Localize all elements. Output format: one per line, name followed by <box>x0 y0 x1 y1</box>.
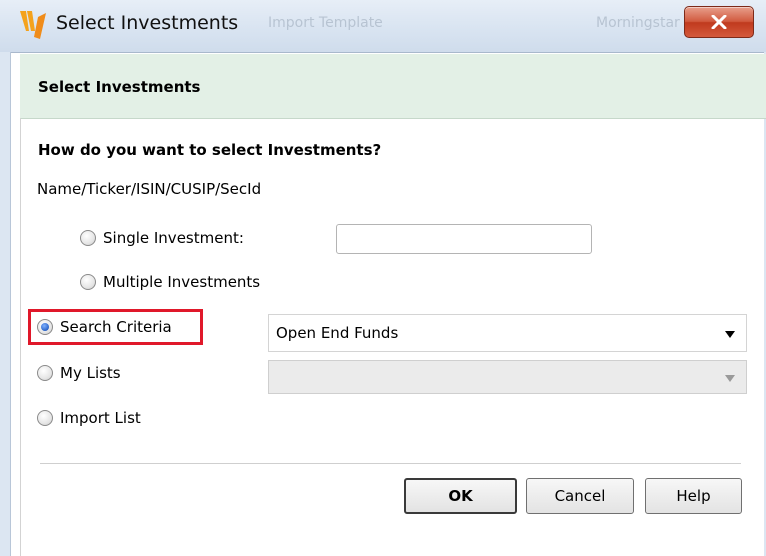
window-title: Select Investments <box>56 12 239 34</box>
identifier-hint: Name/Ticker/ISIN/CUSIP/SecId <box>37 180 262 198</box>
dialog-header: Select Investments <box>20 54 766 119</box>
morningstar-logo-icon <box>20 11 46 39</box>
radio-single-investment[interactable]: Single Investment: <box>80 229 244 247</box>
close-icon <box>711 15 727 29</box>
radio-search-criteria[interactable]: Search Criteria <box>37 318 172 336</box>
radio-my-lists[interactable]: My Lists <box>37 364 121 382</box>
help-button[interactable]: Help <box>645 478 742 514</box>
radio-label: Search Criteria <box>60 318 172 336</box>
my-lists-dropdown <box>268 360 747 394</box>
radio-button[interactable] <box>37 365 53 381</box>
radio-label: Multiple Investments <box>103 273 261 291</box>
chevron-down-icon <box>725 375 735 382</box>
close-button[interactable] <box>684 6 754 38</box>
cancel-button[interactable]: Cancel <box>526 478 634 514</box>
radio-button[interactable] <box>80 274 96 290</box>
radio-multiple-investments[interactable]: Multiple Investments <box>80 273 260 291</box>
radio-label: Import List <box>60 409 141 427</box>
single-investment-input[interactable] <box>336 224 592 254</box>
radio-button[interactable] <box>37 410 53 426</box>
dropdown-value: Open End Funds <box>276 324 399 342</box>
background-window-text: Import Template <box>268 15 383 31</box>
selection-question: How do you want to select Investments? <box>38 141 382 159</box>
window-frame-left <box>0 52 11 556</box>
search-criteria-dropdown[interactable]: Open End Funds <box>268 314 747 352</box>
content-left-border <box>20 118 21 556</box>
title-bar: Import Template Morningstar Select Inves… <box>0 0 766 53</box>
divider <box>40 463 741 464</box>
radio-button-selected[interactable] <box>37 319 53 335</box>
chevron-down-icon <box>725 331 735 338</box>
radio-import-list[interactable]: Import List <box>37 409 141 427</box>
radio-button[interactable] <box>80 230 96 246</box>
ok-button[interactable]: OK <box>404 478 517 514</box>
dialog-header-title: Select Investments <box>38 78 201 96</box>
background-window-text-right: Morningstar <box>596 15 680 31</box>
radio-label: My Lists <box>60 364 121 382</box>
radio-label: Single Investment: <box>103 229 244 247</box>
